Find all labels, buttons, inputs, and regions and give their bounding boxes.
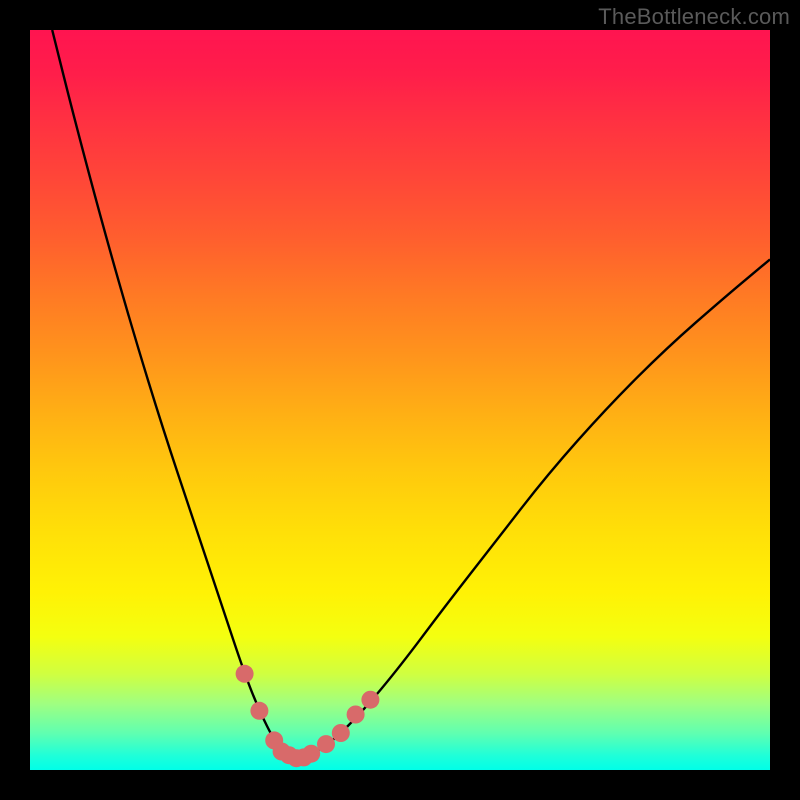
chart-frame: TheBottleneck.com (0, 0, 800, 800)
marker-dot (236, 665, 254, 683)
marker-dot (361, 691, 379, 709)
marker-dot (317, 735, 335, 753)
marker-dot (347, 706, 365, 724)
marker-dot (250, 702, 268, 720)
marker-dot (332, 724, 350, 742)
marker-dot (302, 745, 320, 763)
watermark-text: TheBottleneck.com (598, 4, 790, 30)
plot-area (30, 30, 770, 770)
highlight-markers (236, 665, 380, 767)
bottleneck-curve (52, 30, 770, 758)
curve-svg (30, 30, 770, 770)
